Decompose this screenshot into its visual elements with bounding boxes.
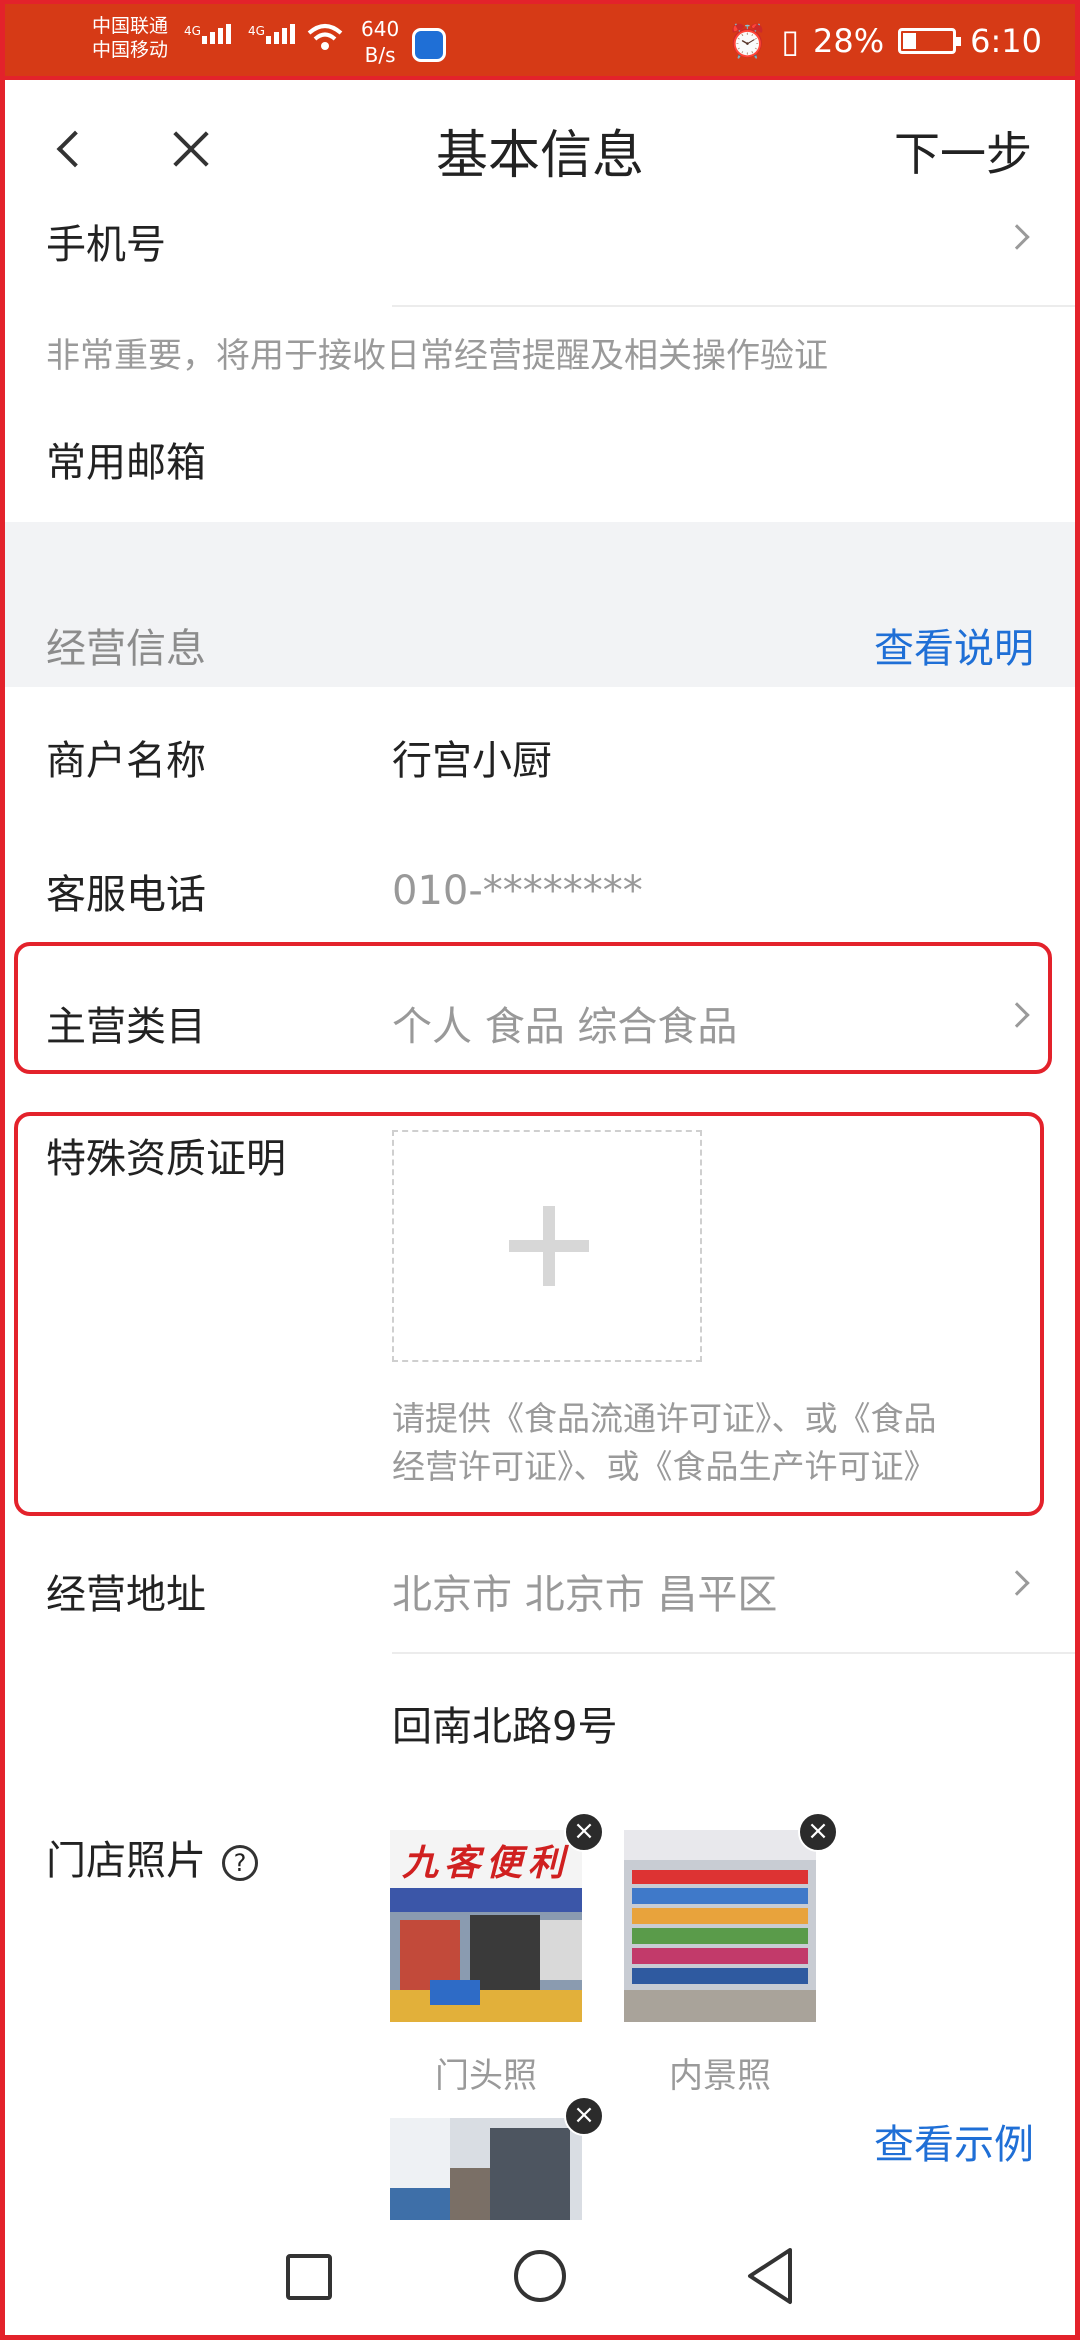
clock: 6:10: [970, 22, 1042, 60]
email-input[interactable]: [392, 420, 1032, 490]
next-step-button[interactable]: 下一步: [894, 118, 1032, 184]
wifi-icon: [306, 22, 344, 52]
back-nav-icon[interactable]: [744, 2246, 796, 2306]
remove-photo-icon[interactable]: ×: [564, 1812, 604, 1852]
divider: [392, 305, 1080, 307]
carrier-1: 中国联通: [92, 15, 169, 37]
view-example-link[interactable]: 查看示例: [874, 2112, 1034, 2170]
storefront-photo[interactable]: 九客便利: [390, 1830, 582, 2022]
photo-caption-front: 门头照: [435, 2056, 537, 2096]
status-right: ⏰ ▯ 28% 6:10: [728, 22, 1042, 60]
email-label: 常用邮箱: [46, 440, 206, 486]
storefront-sign: 九客便利: [401, 1842, 570, 1884]
upload-plus-button[interactable]: [392, 1130, 702, 1362]
view-instructions-link[interactable]: 查看说明: [874, 616, 1034, 674]
photo-caption-interior: 内景照: [669, 2056, 771, 2096]
phone-note: 非常重要，将用于接收日常经营提醒及相关操作验证: [46, 336, 828, 376]
category-label: 主营类目: [46, 1004, 206, 1050]
system-nav-bar: [0, 2220, 1080, 2340]
remove-photo-icon[interactable]: ×: [564, 2096, 604, 2136]
section-title: 经营信息: [46, 626, 206, 672]
signal-icon: [202, 24, 231, 44]
network-type-1: 4G: [184, 24, 201, 38]
battery-icon: [898, 28, 962, 54]
network-speed: 640 B/s: [361, 17, 400, 67]
carrier-2: 中国移动: [92, 39, 169, 61]
merchant-name-input[interactable]: 行宫小厨: [392, 728, 552, 786]
vibrate-icon: ▯: [781, 22, 800, 60]
remove-photo-icon[interactable]: ×: [798, 1812, 838, 1852]
signal-icon-2: [266, 24, 295, 44]
address-region-select[interactable]: 北京市 北京市 昌平区: [392, 1562, 777, 1620]
interior-photo[interactable]: [624, 1830, 816, 2022]
qualification-hint-1: 请提供《食品流通许可证》、或《食品: [392, 1399, 937, 1438]
alarm-icon: ⏰: [727, 22, 768, 60]
qualification-hint-2: 经营许可证》、或《食品生产许可证》: [392, 1447, 937, 1486]
address-detail-input[interactable]: 回南北路9号: [392, 1694, 617, 1752]
app-notification-icon: [412, 28, 446, 62]
qualification-label: 特殊资质证明: [46, 1136, 286, 1182]
merchant-name-label: 商户名称: [46, 738, 206, 784]
recents-icon[interactable]: [286, 2254, 332, 2300]
address-label: 经营地址: [46, 1572, 206, 1618]
carrier-info: 中国联通 中国移动: [92, 14, 168, 62]
help-icon[interactable]: ?: [222, 1845, 258, 1881]
network-type-2: 4G: [248, 24, 265, 38]
divider: [392, 1652, 1080, 1654]
service-phone-input[interactable]: 010-********: [392, 868, 643, 914]
status-bar: 中国联通 中国移动 4G 4G 640 B/s ⏰ ▯ 28% 6:10: [0, 0, 1080, 80]
phone-label: 手机号: [46, 222, 166, 268]
battery-percent: 28%: [813, 22, 885, 60]
chevron-right-icon[interactable]: [1004, 1570, 1030, 1596]
store-photo-3[interactable]: [390, 2118, 582, 2220]
chevron-right-icon[interactable]: [1004, 224, 1030, 250]
store-photos-label: 门店照片?: [46, 1828, 258, 1886]
home-icon[interactable]: [514, 2250, 566, 2302]
service-phone-label: 客服电话: [46, 872, 206, 918]
category-select[interactable]: 个人 食品 综合食品: [392, 994, 737, 1052]
